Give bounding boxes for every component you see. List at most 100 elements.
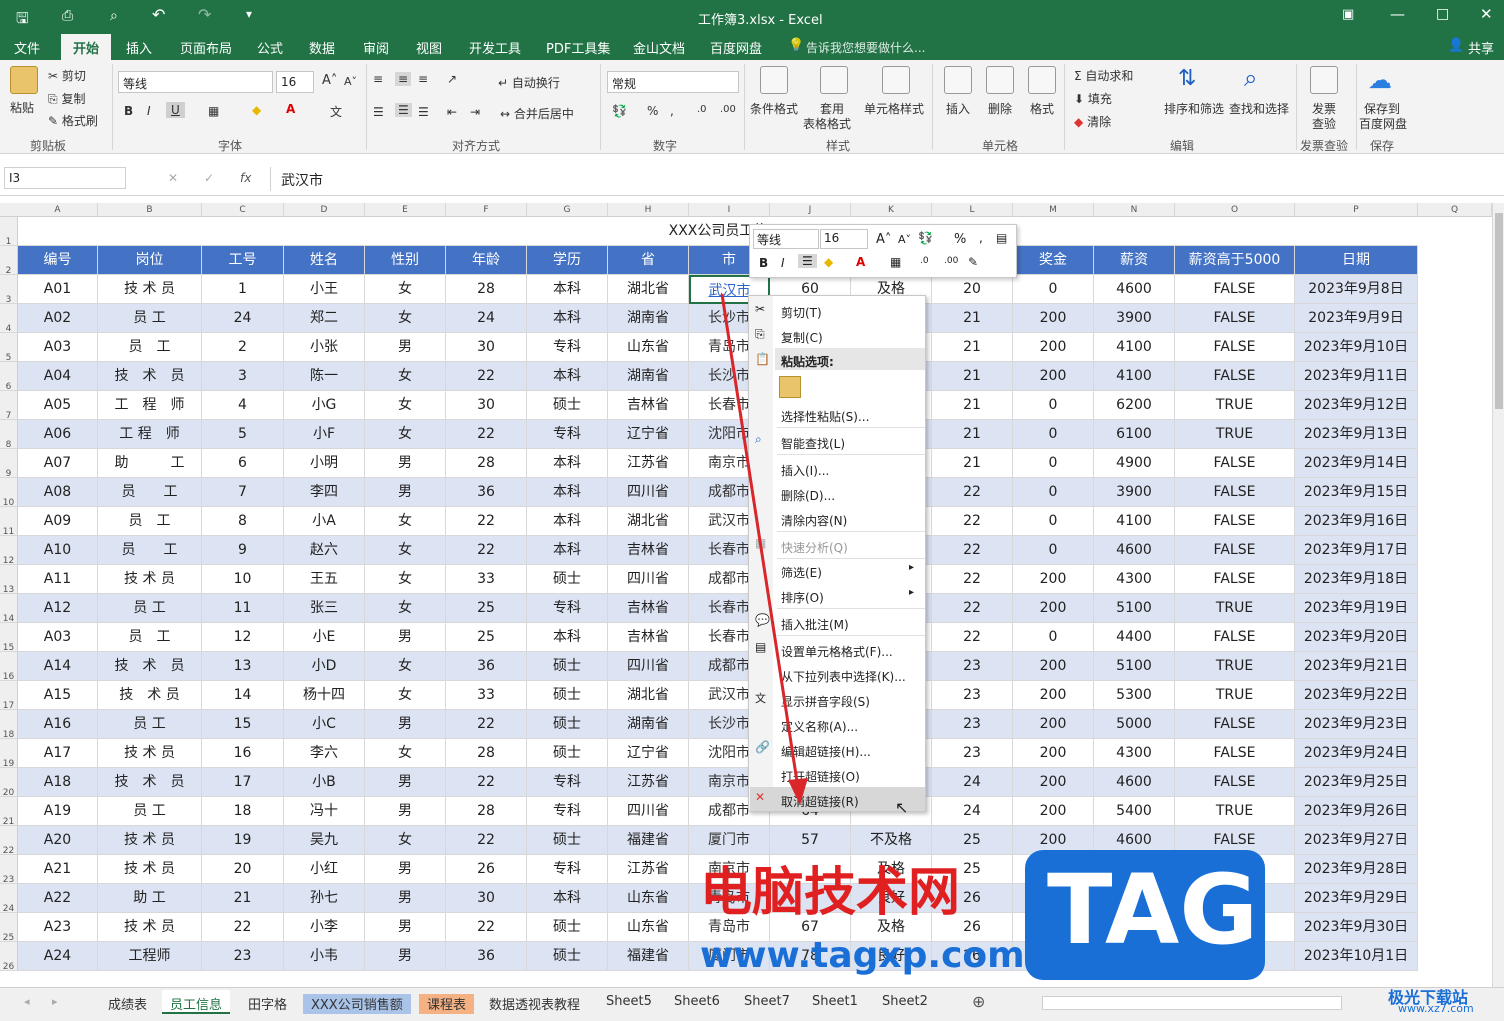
- cell[interactable]: 20: [932, 275, 1013, 304]
- cell[interactable]: 24: [202, 304, 284, 333]
- cell[interactable]: 24: [932, 797, 1013, 826]
- cell[interactable]: 28: [446, 797, 527, 826]
- cell[interactable]: 湖南省: [608, 710, 689, 739]
- cell[interactable]: 2023年9月11日: [1295, 362, 1418, 391]
- cell[interactable]: 员 工: [98, 333, 202, 362]
- orientation-icon[interactable]: ↗: [447, 72, 457, 86]
- cell[interactable]: 专科: [527, 855, 608, 884]
- cell[interactable]: TRUE: [1175, 391, 1295, 420]
- cell[interactable]: 22: [202, 913, 284, 942]
- cell[interactable]: 江苏省: [608, 768, 689, 797]
- conditional-format-button[interactable]: 条件格式: [750, 100, 798, 117]
- cell[interactable]: 3900: [1094, 304, 1175, 333]
- cell[interactable]: 28: [446, 449, 527, 478]
- cell[interactable]: 辽宁省: [608, 739, 689, 768]
- align-middle-icon[interactable]: ≡: [395, 72, 412, 86]
- underline-button[interactable]: U: [166, 102, 185, 118]
- column-header-D[interactable]: D: [284, 203, 365, 217]
- cell[interactable]: 21: [932, 304, 1013, 333]
- cell[interactable]: 男: [365, 768, 446, 797]
- cell[interactable]: 200: [1013, 304, 1094, 333]
- mini-dec-decimal-icon[interactable]: .00: [944, 256, 958, 266]
- cell[interactable]: 28: [446, 739, 527, 768]
- cell[interactable]: 4300: [1094, 739, 1175, 768]
- cell[interactable]: A04: [18, 362, 98, 391]
- find-select-button[interactable]: 查找和选择: [1229, 100, 1289, 117]
- merge-center-button[interactable]: ↔ 合并后居中: [500, 105, 574, 122]
- cell[interactable]: A11: [18, 565, 98, 594]
- cell[interactable]: A03: [18, 623, 98, 652]
- format-painter-button[interactable]: ✎ 格式刷: [48, 112, 98, 129]
- delete-cells-button[interactable]: 删除: [988, 100, 1012, 117]
- cell[interactable]: A17: [18, 739, 98, 768]
- cell[interactable]: 小张: [284, 333, 365, 362]
- cell[interactable]: 女: [365, 739, 446, 768]
- cell[interactable]: 200: [1013, 739, 1094, 768]
- cell[interactable]: TRUE: [1175, 681, 1295, 710]
- cell[interactable]: 22: [932, 507, 1013, 536]
- cell[interactable]: 硕士: [527, 710, 608, 739]
- font-size-select[interactable]: 16: [276, 71, 314, 93]
- cell[interactable]: 23: [932, 710, 1013, 739]
- cell[interactable]: A12: [18, 594, 98, 623]
- row-header[interactable]: 16: [0, 652, 18, 682]
- mini-comma-icon[interactable]: ,: [979, 231, 983, 245]
- cell[interactable]: 江苏省: [608, 855, 689, 884]
- cell[interactable]: 15: [202, 710, 284, 739]
- cell[interactable]: 硕士: [527, 565, 608, 594]
- cell[interactable]: 男: [365, 478, 446, 507]
- cell[interactable]: A10: [18, 536, 98, 565]
- italic-button[interactable]: I: [147, 104, 151, 118]
- cell[interactable]: A20: [18, 826, 98, 855]
- preview-icon[interactable]: ⌕: [110, 8, 118, 24]
- cell[interactable]: 四川省: [608, 565, 689, 594]
- cell[interactable]: 18: [202, 797, 284, 826]
- cell[interactable]: 2023年9月30日: [1295, 913, 1418, 942]
- cell[interactable]: 0: [1013, 391, 1094, 420]
- column-header-H[interactable]: H: [608, 203, 689, 217]
- cell[interactable]: 张三: [284, 594, 365, 623]
- cell[interactable]: 24: [932, 768, 1013, 797]
- cell[interactable]: 四川省: [608, 797, 689, 826]
- tab-prev-icon[interactable]: ◂: [24, 995, 30, 1008]
- menu-insert[interactable]: 插入: [126, 38, 152, 57]
- cell[interactable]: A06: [18, 420, 98, 449]
- cell[interactable]: 山东省: [608, 333, 689, 362]
- cell[interactable]: 22: [932, 536, 1013, 565]
- cell[interactable]: 2023年9月20日: [1295, 623, 1418, 652]
- cell[interactable]: 2023年9月22日: [1295, 681, 1418, 710]
- cell[interactable]: 10: [202, 565, 284, 594]
- cell[interactable]: FALSE: [1175, 536, 1295, 565]
- row-header[interactable]: 2: [0, 246, 18, 276]
- cell[interactable]: 22: [446, 362, 527, 391]
- row-header[interactable]: 6: [0, 362, 18, 392]
- cell[interactable]: 小韦: [284, 942, 365, 971]
- cell[interactable]: 男: [365, 855, 446, 884]
- cell[interactable]: 200: [1013, 362, 1094, 391]
- column-header-L[interactable]: L: [932, 203, 1013, 217]
- row-header[interactable]: 18: [0, 710, 18, 740]
- cell[interactable]: A16: [18, 710, 98, 739]
- cell[interactable]: 5400: [1094, 797, 1175, 826]
- cell[interactable]: 2023年9月17日: [1295, 536, 1418, 565]
- align-right-icon[interactable]: ☰: [418, 105, 429, 119]
- cell[interactable]: 本科: [527, 304, 608, 333]
- cell[interactable]: 0: [1013, 536, 1094, 565]
- cell[interactable]: 湖北省: [608, 275, 689, 304]
- cell[interactable]: TRUE: [1175, 797, 1295, 826]
- cell[interactable]: 23: [932, 739, 1013, 768]
- cell[interactable]: 2023年9月16日: [1295, 507, 1418, 536]
- row-header[interactable]: 17: [0, 681, 18, 711]
- cell[interactable]: 200: [1013, 768, 1094, 797]
- cell[interactable]: 0: [1013, 420, 1094, 449]
- cell[interactable]: 助 工: [98, 884, 202, 913]
- header-cell[interactable]: 性别: [365, 246, 446, 275]
- cell[interactable]: 8: [202, 507, 284, 536]
- cell[interactable]: 0: [1013, 449, 1094, 478]
- cell[interactable]: TRUE: [1175, 420, 1295, 449]
- cell[interactable]: 技 术 员: [98, 681, 202, 710]
- cell[interactable]: 36: [446, 652, 527, 681]
- cell[interactable]: 吉林省: [608, 594, 689, 623]
- tab-sheet[interactable]: Sheet5: [598, 994, 660, 1014]
- tab-sheet[interactable]: XXX公司销售额: [303, 994, 411, 1014]
